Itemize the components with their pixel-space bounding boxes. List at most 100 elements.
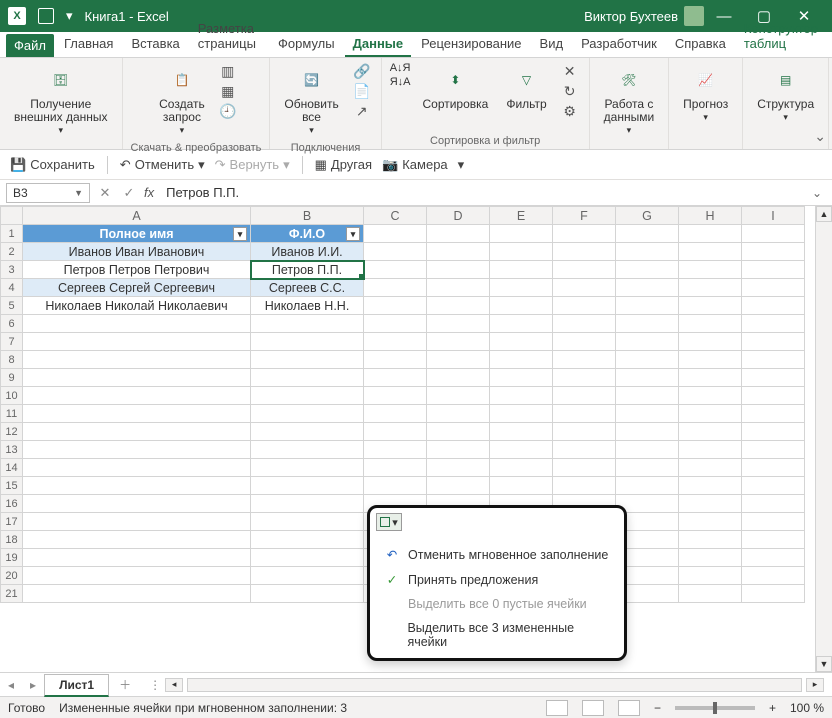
cell[interactable]: [251, 585, 364, 603]
cell[interactable]: [742, 567, 805, 585]
cell[interactable]: [490, 441, 553, 459]
cell[interactable]: [679, 441, 742, 459]
cell[interactable]: [490, 261, 553, 279]
cell[interactable]: [679, 369, 742, 387]
row-header[interactable]: 5: [1, 297, 23, 315]
cell[interactable]: [490, 333, 553, 351]
outline-button[interactable]: ▤ Структура ▾: [751, 62, 820, 127]
cell[interactable]: [490, 297, 553, 315]
cell[interactable]: [616, 225, 679, 243]
cell[interactable]: Петров П.П.: [251, 261, 364, 279]
cell[interactable]: [679, 585, 742, 603]
cell[interactable]: [490, 225, 553, 243]
name-box[interactable]: B3 ▼: [6, 183, 90, 203]
cell[interactable]: [553, 297, 616, 315]
cell[interactable]: [23, 387, 251, 405]
cell[interactable]: [251, 405, 364, 423]
smarttag-select-changed[interactable]: Выделить все 3 измененные ячейки: [370, 616, 624, 654]
cell[interactable]: [23, 423, 251, 441]
cell[interactable]: [679, 477, 742, 495]
cell[interactable]: [616, 423, 679, 441]
cell[interactable]: [251, 315, 364, 333]
cell[interactable]: [490, 459, 553, 477]
cell[interactable]: [553, 225, 616, 243]
add-sheet-button[interactable]: ＋: [109, 676, 141, 693]
enter-formula-icon[interactable]: ✓: [120, 185, 138, 201]
cell[interactable]: [616, 297, 679, 315]
cell[interactable]: [553, 315, 616, 333]
cell[interactable]: [679, 387, 742, 405]
row-header[interactable]: 13: [1, 441, 23, 459]
cell[interactable]: [490, 477, 553, 495]
row-header[interactable]: 7: [1, 333, 23, 351]
more-qat-icon[interactable]: ▾: [66, 8, 73, 24]
cell[interactable]: [742, 225, 805, 243]
filter-dropdown-icon[interactable]: ▾: [233, 227, 247, 241]
cell[interactable]: [23, 369, 251, 387]
cell[interactable]: [553, 351, 616, 369]
row-header[interactable]: 2: [1, 243, 23, 261]
cell[interactable]: [427, 387, 490, 405]
cell[interactable]: [364, 225, 427, 243]
chevron-down-icon[interactable]: ▼: [74, 188, 83, 198]
row-header[interactable]: 3: [1, 261, 23, 279]
tab-layout[interactable]: Разметка страницы: [190, 17, 268, 57]
cell[interactable]: [742, 495, 805, 513]
cell[interactable]: [553, 369, 616, 387]
smarttag-accept[interactable]: ✓ Принять предложения: [370, 567, 624, 592]
column-header[interactable]: A: [23, 207, 251, 225]
cell[interactable]: [742, 441, 805, 459]
cell[interactable]: [742, 531, 805, 549]
sheet-nav-prev[interactable]: ◂: [0, 678, 22, 692]
cell[interactable]: [251, 423, 364, 441]
cell[interactable]: [23, 459, 251, 477]
zoom-out-icon[interactable]: −: [654, 701, 661, 715]
row-header[interactable]: 19: [1, 549, 23, 567]
smarttag-button[interactable]: ▾: [376, 513, 402, 531]
cell[interactable]: [679, 567, 742, 585]
cell[interactable]: [23, 513, 251, 531]
get-external-data-button[interactable]: 🗄 Получение внешних данных ▾: [8, 62, 114, 140]
cell[interactable]: [427, 441, 490, 459]
cell[interactable]: [490, 279, 553, 297]
save-button[interactable]: 💾 Сохранить: [10, 157, 95, 173]
filter-dropdown-icon[interactable]: ▾: [346, 227, 360, 241]
tab-view[interactable]: Вид: [532, 32, 572, 57]
cell[interactable]: Николаев Н.Н.: [251, 297, 364, 315]
cell[interactable]: [364, 333, 427, 351]
cell[interactable]: [490, 423, 553, 441]
cell[interactable]: [427, 315, 490, 333]
column-header[interactable]: E: [490, 207, 553, 225]
cell[interactable]: Петров Петров Петрович: [23, 261, 251, 279]
forecast-button[interactable]: 📈 Прогноз ▾: [677, 62, 734, 127]
cell[interactable]: [742, 243, 805, 261]
redo-button[interactable]: ↷ Вернуть ▾: [215, 157, 290, 173]
cell[interactable]: [364, 315, 427, 333]
cell[interactable]: [23, 315, 251, 333]
tab-table-design[interactable]: Конструктор таблиц: [736, 17, 826, 57]
cell[interactable]: [251, 513, 364, 531]
cell[interactable]: [679, 531, 742, 549]
cell[interactable]: [679, 297, 742, 315]
cell[interactable]: [490, 369, 553, 387]
cell[interactable]: [427, 351, 490, 369]
cell[interactable]: [427, 225, 490, 243]
properties-icon[interactable]: 📄: [351, 82, 373, 100]
cell[interactable]: [553, 333, 616, 351]
cell[interactable]: [742, 423, 805, 441]
column-header[interactable]: I: [742, 207, 805, 225]
collapse-ribbon-icon[interactable]: ⌄: [814, 128, 826, 145]
cell[interactable]: [427, 279, 490, 297]
cell[interactable]: [364, 387, 427, 405]
tab-home[interactable]: Главная: [56, 32, 121, 57]
cell[interactable]: [679, 513, 742, 531]
cell[interactable]: Иванов И.И.: [251, 243, 364, 261]
cell[interactable]: Николаев Николай Николаевич: [23, 297, 251, 315]
row-header[interactable]: 18: [1, 531, 23, 549]
reapply-icon[interactable]: ↻: [559, 82, 581, 100]
cell[interactable]: [23, 405, 251, 423]
tab-help[interactable]: Справка: [667, 32, 734, 57]
cell[interactable]: [553, 459, 616, 477]
scroll-right-icon[interactable]: ▸: [806, 678, 824, 692]
cell[interactable]: [616, 405, 679, 423]
